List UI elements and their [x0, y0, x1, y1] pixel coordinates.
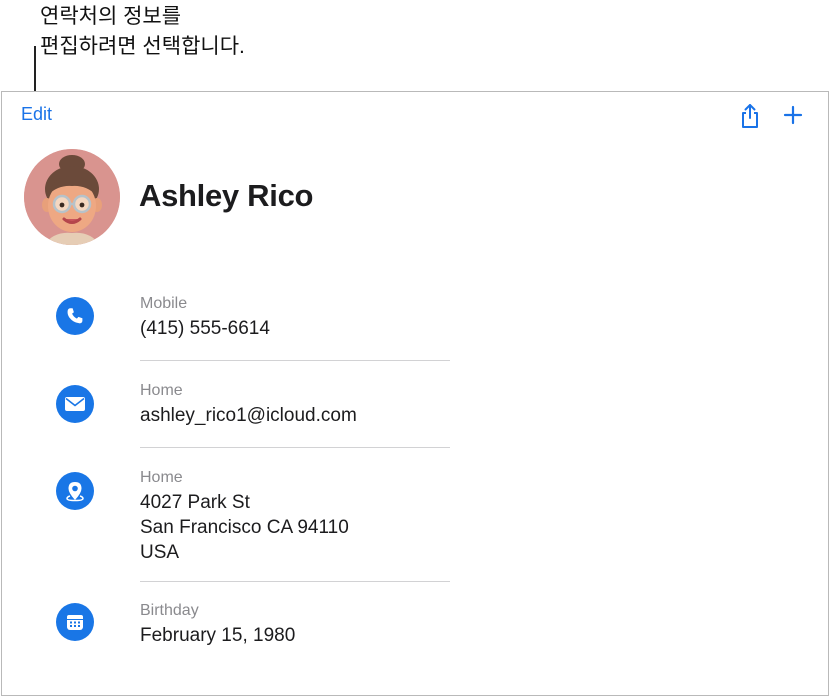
phone-number[interactable]: (415) 555-6614	[140, 316, 270, 341]
email-address[interactable]: ashley_rico1@icloud.com	[140, 403, 357, 428]
divider	[140, 360, 450, 361]
address-line-1[interactable]: 4027 Park St	[140, 490, 250, 515]
birthday-label: Birthday	[140, 602, 199, 619]
address-label: Home	[140, 469, 183, 486]
phone-button[interactable]	[56, 297, 94, 335]
map-button[interactable]	[56, 472, 94, 510]
birthday-value: February 15, 1980	[140, 625, 296, 646]
address-line-2[interactable]: San Francisco CA 94110	[140, 515, 349, 540]
address-line-3[interactable]: USA	[140, 540, 179, 565]
callout-line-2: 편집하려면 선택합니다.	[40, 35, 245, 58]
calendar-icon	[67, 615, 83, 630]
plus-icon[interactable]	[782, 104, 804, 126]
avatar	[24, 149, 120, 245]
divider	[140, 447, 450, 448]
mail-button[interactable]	[56, 385, 94, 423]
mail-icon	[65, 397, 85, 411]
phone-icon	[67, 308, 83, 324]
edit-button[interactable]: Edit	[21, 104, 52, 125]
contact-card: Edit Ashley Rico Mobile (415) 555-6614 H…	[1, 91, 829, 696]
share-icon[interactable]	[738, 103, 762, 129]
calendar-button[interactable]	[56, 603, 94, 641]
email-label: Home	[140, 382, 183, 399]
divider	[140, 581, 450, 582]
contact-name: Ashley Rico	[139, 178, 314, 213]
phone-label: Mobile	[140, 295, 188, 312]
location-icon	[66, 482, 84, 502]
callout-line-1: 연락처의 정보를	[40, 5, 182, 28]
memoji-avatar	[24, 149, 120, 245]
callout-text: 연락처의 정보를 편집하려면 선택합니다.	[40, 2, 245, 62]
